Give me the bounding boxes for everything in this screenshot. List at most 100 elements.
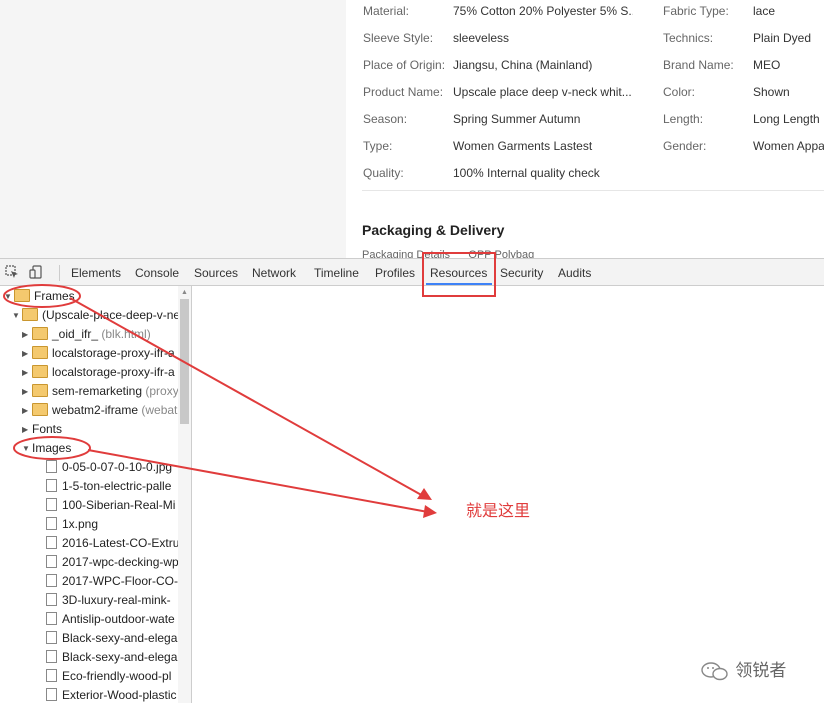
tree-label: Images [32,441,72,455]
resources-sidebar: ▼ Frames ▼ (Upscale-place-deep-v-ne ▶ _oid_if… [0,286,192,703]
expand-triangle-icon[interactable]: ▼ [22,439,32,458]
tree-subframe[interactable]: ▶ webatm2-iframe (webat [22,401,177,420]
folder-icon [32,403,48,417]
image-file-icon [46,650,57,664]
expand-triangle-icon[interactable]: ▼ [12,306,22,325]
tree-subframe[interactable]: ▶ sem-remarketing (proxy [22,382,179,401]
tree-label: Black-sexy-and-elega [62,631,178,645]
tab-audits[interactable]: Audits [558,266,591,280]
tree-top-frame[interactable]: ▼ (Upscale-place-deep-v-ne [12,306,180,325]
image-file-icon [46,536,57,550]
tree-image-item[interactable]: 2017-wpc-decking-wp [46,553,179,572]
tab-security[interactable]: Security [500,266,543,280]
devtools-tabbar: Elements Console Sources Network Timeline Pro… [0,258,824,286]
tab-profiles[interactable]: Profiles [375,266,415,280]
annotation-note: 就是这里 [466,501,531,520]
collapse-triangle-icon[interactable]: ▶ [22,420,32,439]
tree-image-item[interactable]: 2016-Latest-CO-Extru [46,534,179,553]
property-value: Jiangsu, China (Mainland) [453,58,593,72]
folder-icon [32,365,48,379]
device-mode-icon[interactable] [29,265,43,279]
scrollbar-thumb[interactable] [180,299,189,424]
property-value: Long Length [753,112,820,126]
image-file-icon [46,669,57,683]
tree-label: (Upscale-place-deep-v-ne [42,308,181,322]
tree-label: Black-sexy-and-elega [62,650,178,664]
tab-console[interactable]: Console [135,266,179,280]
resources-main-panel [193,286,824,703]
tree-image-item[interactable]: 2017-WPC-Floor-CO- [46,572,178,591]
tree-label: 2017-WPC-Floor-CO- [62,574,179,588]
tree-label: 3D-luxury-real-mink- [62,593,171,607]
tab-resources[interactable]: Resources [430,266,487,280]
tab-elements[interactable]: Elements [71,266,121,280]
property-label: Material: [363,4,410,18]
tree-label: localstorage-proxy-ifr-a [52,365,175,379]
tree-subframe[interactable]: ▶ localstorage-proxy-ifr-a [22,344,175,363]
tree-label: 2017-wpc-decking-wp [62,555,179,569]
collapse-triangle-icon[interactable]: ▶ [22,401,32,420]
collapse-triangle-icon[interactable]: ▶ [22,382,32,401]
property-value: Women Appa [753,139,824,153]
tree-label: _oid_ifr_ [52,327,99,341]
tree-image-item[interactable]: 100-Siberian-Real-Mi [46,496,175,515]
tree-label: sem-remarketing [52,384,143,398]
property-value: Upscale place deep v-neck whit... [453,85,632,99]
tree-label: 100-Siberian-Real-Mi [62,498,176,512]
property-value: MEO [753,58,781,72]
tree-images[interactable]: ▼ Images [22,439,71,458]
watermark: 领锐者 [700,656,786,682]
tree-label: localstorage-proxy-ifr-a [52,346,175,360]
property-value: Spring Summer Autumn [453,112,581,126]
property-label: Length: [663,112,704,126]
tab-sources[interactable]: Sources [194,266,238,280]
tree-label: 1x.png [62,517,99,531]
property-label: Technics: [663,31,714,45]
wechat-icon [701,662,728,681]
property-label: Season: [363,112,408,126]
inspect-element-icon[interactable] [5,265,19,279]
tree-image-item[interactable]: Exterior-Wood-plastic [46,686,176,703]
tree-image-item[interactable]: 3D-luxury-real-mink- [46,591,171,610]
active-tab-indicator [426,283,492,285]
tree-subframe[interactable]: ▶ localstorage-proxy-ifr-a [22,363,175,382]
image-file-icon [46,688,57,702]
tree-image-item[interactable]: 0-05-0-07-0-10-0.jpg [46,458,172,477]
collapse-triangle-icon[interactable]: ▶ [22,363,32,382]
tab-timeline[interactable]: Timeline [314,266,359,280]
property-label: Gender: [663,139,707,153]
tree-image-item[interactable]: Antislip-outdoor-wate [46,610,175,629]
page-left-area [0,0,346,258]
tree-subframe[interactable]: ▶ _oid_ifr_ (blk.html) [22,325,151,344]
tree-frames[interactable]: ▼ Frames [4,287,75,306]
property-label: Type: [363,139,393,153]
tab-network[interactable]: Network [252,266,296,280]
tree-label: 2016-Latest-CO-Extru [62,536,180,550]
sidebar-scrollbar[interactable]: ▲ [178,286,191,703]
tree-label: Exterior-Wood-plastic [62,688,177,702]
folder-icon [32,327,48,341]
expand-triangle-icon[interactable]: ▼ [4,287,14,306]
property-value: Shown [753,85,790,99]
property-label: Sleeve Style: [363,31,434,45]
property-label: Quality: [363,166,404,180]
scroll-up-icon[interactable]: ▲ [181,289,188,296]
tree-label-extra: (proxy [145,384,179,398]
tree-image-item[interactable]: Black-sexy-and-elega [46,629,177,648]
folder-icon [22,308,38,322]
property-label: Product Name: [363,85,444,99]
tree-image-item[interactable]: 1-5-ton-electric-palle [46,477,171,496]
tree-label: Eco-friendly-wood-pl [62,669,172,683]
tree-fonts[interactable]: ▶ Fonts [22,420,62,439]
collapse-triangle-icon[interactable]: ▶ [22,344,32,363]
folder-icon [32,384,48,398]
tree-image-item[interactable]: 1x.png [46,515,98,534]
property-value: 75% Cotton 20% Polyester 5% S... [453,4,633,18]
property-value: 100% Internal quality check [453,166,600,180]
collapse-triangle-icon[interactable]: ▶ [22,325,32,344]
image-file-icon [46,517,57,531]
image-file-icon [46,479,57,493]
tree-image-item[interactable]: Eco-friendly-wood-pl [46,667,171,686]
tree-image-item[interactable]: Black-sexy-and-elega [46,648,177,667]
property-value: Plain Dyed [753,31,812,45]
